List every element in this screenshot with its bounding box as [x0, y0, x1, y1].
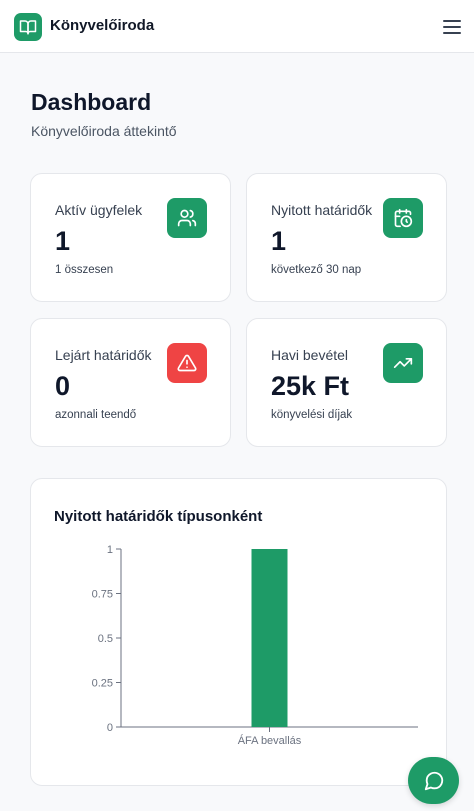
stat-subtext: 1 összesen [55, 264, 114, 276]
x-tick-label: ÁFA bevallás [238, 734, 302, 747]
stat-value: 1 [55, 226, 71, 256]
stat-card-open-deadlines: Nyitott határidők 1 következő 30 nap [246, 173, 447, 302]
stat-subtext: könyvelési díjak [271, 409, 353, 421]
y-tick-label: 1 [107, 544, 113, 556]
chart-card: Nyitott határidők típusonként 0 0.25 0.5 0.… [30, 478, 447, 786]
stat-subtext: azonnali teendő [55, 409, 137, 421]
y-tick-label: 0.5 [98, 633, 113, 645]
stat-value: 1 [271, 226, 287, 256]
hamburger-menu-icon[interactable] [440, 15, 464, 39]
page-title: Dashboard [31, 89, 152, 115]
page-subtitle: Könyvelőiroda áttekintő [31, 123, 177, 139]
alert-triangle-icon [167, 343, 207, 383]
stat-label: Lejárt határidők [55, 347, 152, 363]
trending-up-icon [383, 343, 423, 383]
app-title[interactable]: Könyvelőiroda [50, 17, 154, 34]
stat-subtext: következő 30 nap [271, 264, 362, 276]
chat-button[interactable] [408, 757, 459, 804]
stat-label: Aktív ügyfelek [55, 202, 143, 218]
bar [251, 549, 288, 727]
stat-value: 0 [55, 371, 71, 401]
bar-chart: 0 0.25 0.5 0.75 1 ÁFA bevallás [92, 544, 418, 747]
users-icon [167, 198, 207, 238]
book-open-icon[interactable] [14, 13, 42, 41]
stat-card-overdue-deadlines: Lejárt határidők 0 azonnali teendő [30, 318, 231, 447]
stat-value: 25k Ft [271, 371, 350, 401]
y-tick-label: 0 [107, 722, 113, 734]
calendar-clock-icon [383, 198, 423, 238]
stat-card-monthly-revenue: Havi bevétel 25k Ft könyvelési díjak [246, 318, 447, 447]
y-tick-label: 0.75 [92, 589, 113, 601]
chat-bubble-icon [423, 770, 445, 792]
stat-label: Havi bevétel [271, 347, 349, 363]
y-tick-label: 0.25 [92, 678, 113, 690]
stat-card-active-clients: Aktív ügyfelek 1 1 összesen [30, 173, 231, 302]
top-bar: Könyvelőiroda [0, 0, 474, 53]
stat-label: Nyitott határidők [271, 202, 373, 218]
